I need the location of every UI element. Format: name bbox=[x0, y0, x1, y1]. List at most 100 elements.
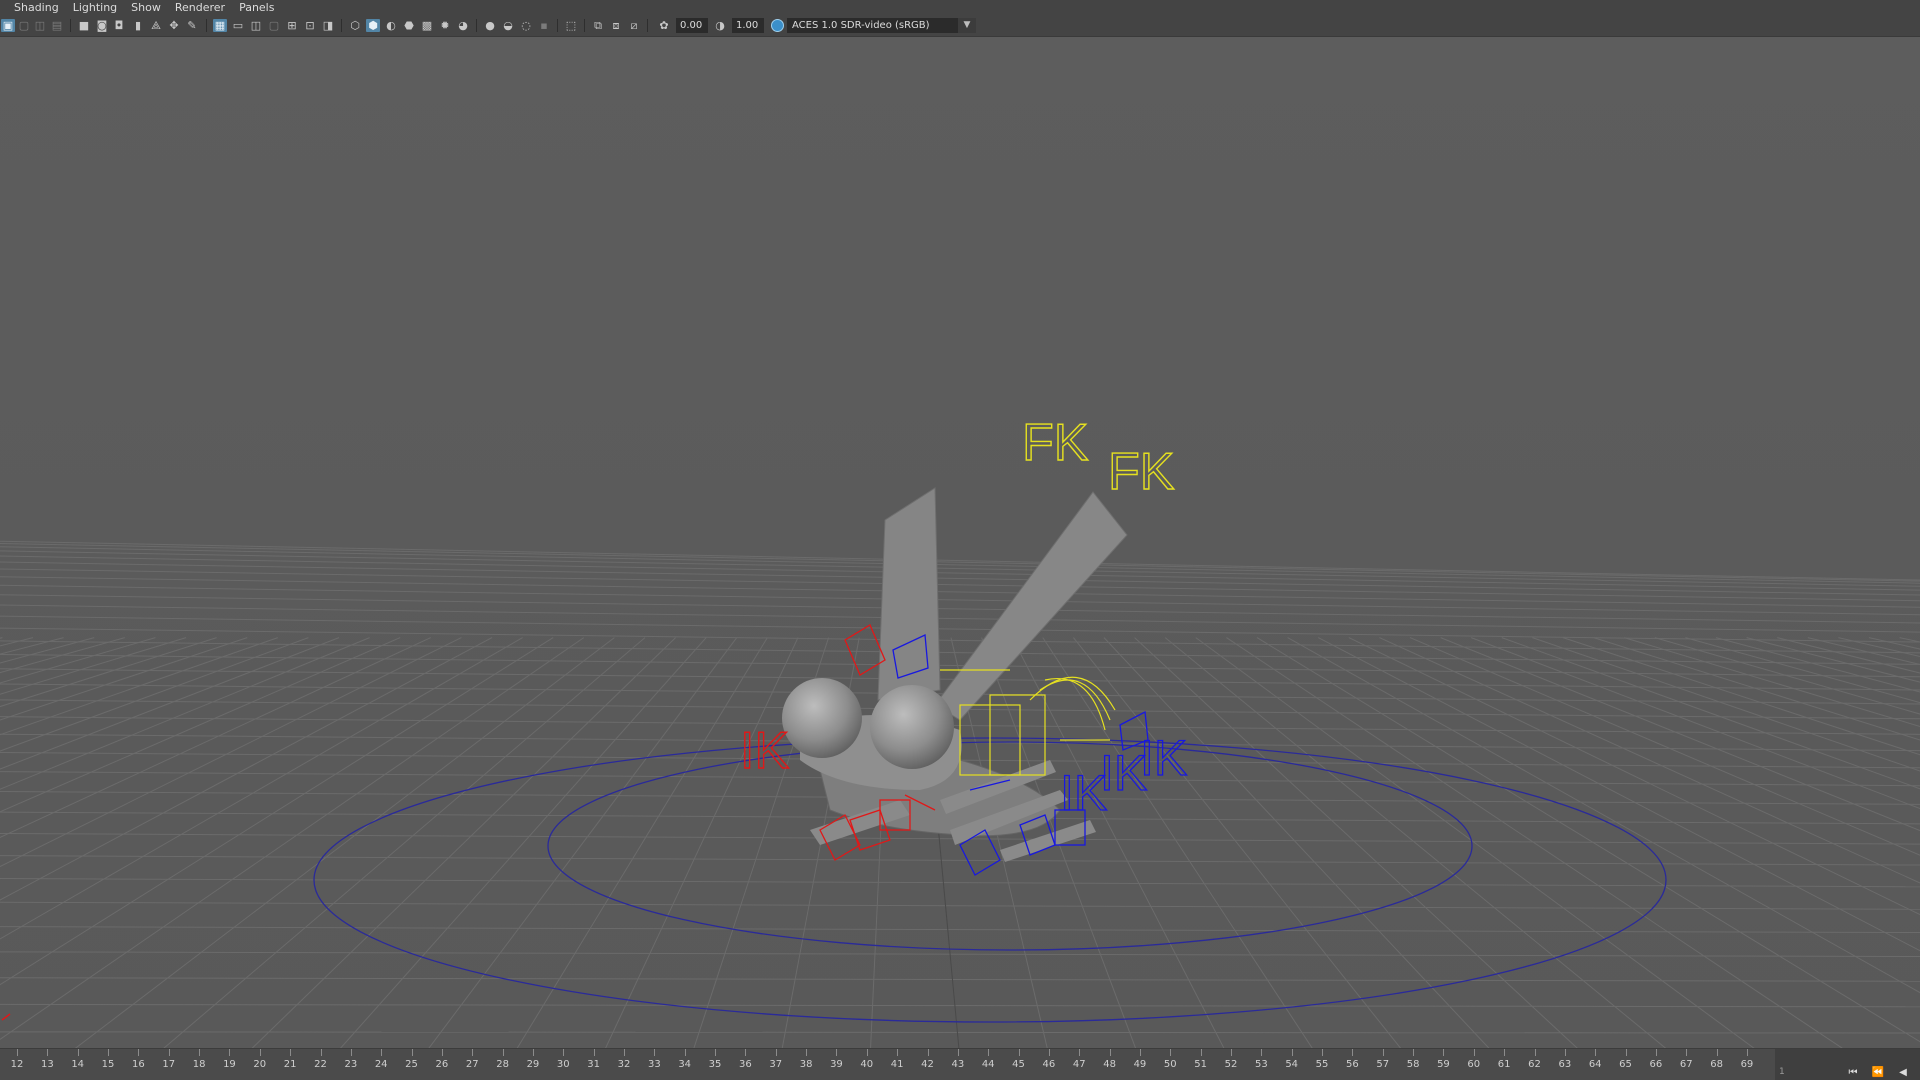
color-management-icon[interactable] bbox=[771, 19, 784, 32]
camera-attributes-icon[interactable]: ◫ bbox=[33, 19, 47, 32]
safe-action-icon[interactable]: ⊡ bbox=[303, 19, 317, 32]
two-d-pan-icon[interactable]: ✥ bbox=[167, 19, 181, 32]
lights-icon[interactable]: ✹ bbox=[438, 19, 452, 32]
anti-aliasing-icon[interactable]: ◌ bbox=[519, 19, 533, 32]
depth-of-field-icon[interactable]: ▪ bbox=[537, 19, 551, 32]
grid-line bbox=[0, 637, 248, 721]
timeline-tick bbox=[775, 1049, 777, 1056]
timeline-tick bbox=[1686, 1049, 1688, 1056]
timeline-frame-label: 66 bbox=[1649, 1059, 1663, 1070]
image-plane-icon[interactable]: ⟁ bbox=[149, 19, 163, 32]
timeline-frame-label: 12 bbox=[10, 1059, 24, 1070]
camera-film-icon[interactable]: ◙ bbox=[95, 19, 109, 32]
timeline-tick bbox=[1352, 1049, 1354, 1056]
smooth-shade-icon[interactable]: ⬢ bbox=[366, 19, 380, 32]
motion-blur-icon[interactable]: ◒ bbox=[501, 19, 515, 32]
fk-label-1[interactable]: FK bbox=[1021, 413, 1089, 472]
resolution-gate-icon[interactable]: ◫ bbox=[249, 19, 263, 32]
go-to-start-icon[interactable]: ⏮ bbox=[1845, 1066, 1861, 1079]
timeline-tick bbox=[593, 1049, 595, 1056]
xray-active-components-icon[interactable]: ⧄ bbox=[627, 19, 641, 32]
grid-line bbox=[0, 637, 34, 647]
gate-mask-icon[interactable]: ▢ bbox=[267, 19, 281, 32]
timeline-tick bbox=[1564, 1049, 1566, 1056]
menu-show[interactable]: Show bbox=[124, 0, 168, 15]
timeline-tick bbox=[715, 1049, 717, 1056]
timeline-frame-label: 46 bbox=[1042, 1059, 1056, 1070]
isolate-icon[interactable]: ⬚ bbox=[564, 19, 578, 32]
camera-tumble-icon[interactable]: ◘ bbox=[112, 19, 126, 32]
grid-line bbox=[340, 637, 707, 1048]
timeline-tick bbox=[1443, 1049, 1445, 1056]
timeline-frame-label: 61 bbox=[1497, 1059, 1511, 1070]
xray-joints-icon[interactable]: ⧈ bbox=[609, 19, 623, 32]
timeline-frame-label: 65 bbox=[1619, 1059, 1632, 1070]
exposure-icon[interactable]: ✿ bbox=[657, 19, 671, 32]
gamma-field[interactable]: 1.00 bbox=[732, 18, 764, 33]
grid-line bbox=[0, 977, 1920, 982]
grid-line bbox=[605, 637, 799, 1048]
menu-renderer[interactable]: Renderer bbox=[168, 0, 232, 15]
gamma-icon[interactable]: ◑ bbox=[713, 19, 727, 32]
timeline-ruler[interactable]: 12 13 14 15 16 17 18 19 20 21 22 23 24 25 26 27 28 29 30 31… bbox=[0, 1049, 1775, 1080]
timeline-tick bbox=[259, 1049, 261, 1056]
timeline-frame-label: 58 bbox=[1406, 1059, 1420, 1070]
wireframe-on-shaded-icon[interactable]: ⬣ bbox=[402, 19, 416, 32]
grid-icon[interactable]: ▦ bbox=[213, 19, 227, 32]
step-back-icon[interactable]: ⏪ bbox=[1870, 1066, 1886, 1079]
time-slider[interactable]: 12 13 14 15 16 17 18 19 20 21 22 23 24 25 26 27 28 29 30 31… bbox=[0, 1048, 1920, 1080]
fk-label-2[interactable]: FK bbox=[1107, 442, 1175, 501]
timeline-frame-label: 43 bbox=[951, 1059, 965, 1070]
select-camera-icon[interactable]: ▣ bbox=[1, 19, 15, 32]
grid-line bbox=[0, 637, 493, 901]
lock-camera-icon[interactable]: ▢ bbox=[17, 19, 31, 32]
grid-line bbox=[0, 542, 1920, 582]
timeline-tick bbox=[806, 1049, 808, 1056]
timeline-tick bbox=[199, 1049, 201, 1056]
timeline-tick bbox=[988, 1049, 990, 1056]
timeline-tick bbox=[47, 1049, 49, 1056]
wireframe-icon[interactable]: ⬡ bbox=[348, 19, 362, 32]
timeline-frame-label: 44 bbox=[981, 1059, 995, 1070]
timeline-tick bbox=[1625, 1049, 1627, 1056]
timeline-frame-label: 19 bbox=[223, 1059, 236, 1070]
menu-shading[interactable]: Shading bbox=[0, 0, 66, 15]
play-back-icon[interactable]: ◀ bbox=[1895, 1066, 1911, 1079]
ik-right-label-3[interactable]: IK bbox=[1139, 729, 1188, 786]
timeline-frame-label: 52 bbox=[1224, 1059, 1238, 1070]
root-control-inner[interactable] bbox=[547, 741, 1473, 951]
menu-panels[interactable]: Panels bbox=[232, 0, 281, 15]
timeline-tick bbox=[1170, 1049, 1172, 1056]
field-chart-icon[interactable]: ⊞ bbox=[285, 19, 299, 32]
film-gate-icon[interactable]: ▭ bbox=[231, 19, 245, 32]
bookmark-camera-icon[interactable]: ▤ bbox=[50, 19, 64, 32]
camera-icon[interactable]: ■ bbox=[77, 19, 91, 32]
right-eye bbox=[870, 685, 954, 769]
chevron-down-icon[interactable]: ▼ bbox=[958, 18, 976, 33]
shadows-icon[interactable]: ◕ bbox=[456, 19, 470, 32]
timeline-tick bbox=[1534, 1049, 1536, 1056]
default-material-icon[interactable]: ◐ bbox=[384, 19, 398, 32]
current-frame-field[interactable]: 1 bbox=[1779, 1067, 1785, 1077]
menu-lighting[interactable]: Lighting bbox=[66, 0, 124, 15]
safe-title-icon[interactable]: ◨ bbox=[321, 19, 335, 32]
timeline-frame-label: 20 bbox=[253, 1059, 267, 1070]
timeline-tick bbox=[1746, 1049, 1748, 1056]
color-space-dropdown[interactable]: ACES 1.0 SDR-video (sRGB) bbox=[787, 18, 976, 33]
textured-icon[interactable]: ▩ bbox=[420, 19, 434, 32]
timeline-tick bbox=[897, 1049, 899, 1056]
3d-viewport[interactable]: FK FK IK IK IK IK bbox=[0, 37, 1920, 1048]
timeline-tick bbox=[866, 1049, 868, 1056]
timeline-tick bbox=[1382, 1049, 1384, 1056]
grid-line bbox=[1868, 637, 1920, 650]
timeline-frame-label: 16 bbox=[132, 1059, 145, 1070]
left-wing bbox=[877, 487, 941, 701]
ik-left-label[interactable]: IK bbox=[739, 721, 790, 780]
exposure-field[interactable]: 0.00 bbox=[676, 18, 708, 33]
timeline-tick bbox=[1200, 1049, 1202, 1056]
toolbar-separator bbox=[557, 19, 558, 32]
grease-pencil-icon[interactable]: ✎ bbox=[185, 19, 199, 32]
screen-space-ao-icon[interactable]: ● bbox=[483, 19, 497, 32]
xray-icon[interactable]: ⧉ bbox=[591, 19, 605, 32]
bookmark-icon[interactable]: ▮ bbox=[131, 19, 145, 32]
